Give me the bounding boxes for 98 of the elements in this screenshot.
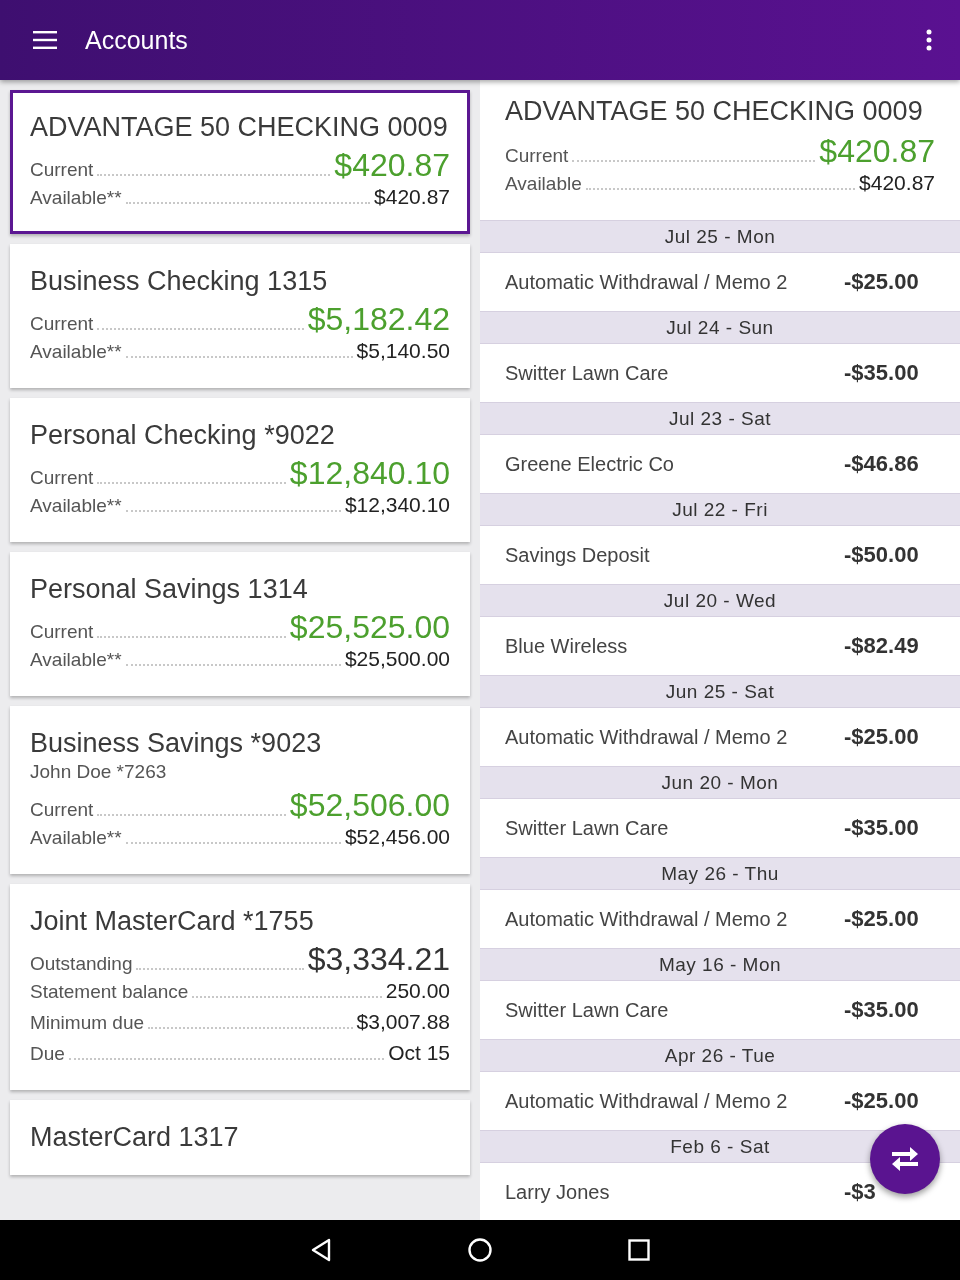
date-header: Jul 23 - Sat (480, 402, 960, 435)
transaction-description: Switter Lawn Care (505, 361, 669, 385)
account-owner: John Doe *7263 (30, 761, 168, 783)
balance-label: Available** (30, 649, 122, 671)
account-name: ADVANTAGE 50 CHECKING 0009 (30, 112, 449, 143)
balance-label: Available** (30, 341, 122, 363)
balance-label: Available** (30, 187, 122, 209)
balance-value: $25,500.00 (344, 647, 450, 671)
transaction-description: Automatic Withdrawal / Memo 2 (505, 1089, 788, 1113)
account-name: Personal Checking *9022 (30, 420, 336, 451)
date-header: Jul 25 - Mon (480, 220, 960, 253)
transaction-row[interactable]: Switter Lawn Care -$35.00 (480, 981, 960, 1039)
account-card[interactable]: Personal Checking *9022 Current $12,840.10 Available** $12,340.10 (10, 398, 470, 542)
balance-value: Oct 15 (388, 1041, 450, 1065)
date-header: Jun 20 - Mon (480, 766, 960, 799)
date-header: Jul 24 - Sun (480, 311, 960, 344)
transaction-description: Automatic Withdrawal / Memo 2 (505, 270, 788, 294)
transfer-arrows-icon (890, 1146, 920, 1172)
transaction-description: Savings Deposit (505, 543, 650, 567)
transaction-row[interactable]: Greene Electric Co -$46.86 (480, 435, 960, 493)
current-balance: $5,182.42 (307, 301, 450, 338)
transaction-row[interactable]: Automatic Withdrawal / Memo 2 -$25.00 (480, 708, 960, 766)
current-balance: $420.87 (334, 147, 450, 184)
account-card[interactable]: Business Savings *9023 John Doe *7263 Current $52,506.00 Available** $52,456.00 (10, 706, 470, 874)
transaction-row[interactable]: Blue Wireless -$82.49 (480, 617, 960, 675)
account-card[interactable]: Business Checking 1315 Current $5,182.42 Available** $5,140.50 (10, 244, 470, 388)
outstanding-balance: $3,334.21 (307, 941, 450, 978)
balance-label: Current (30, 621, 94, 643)
balance-label: Available** (30, 495, 122, 517)
account-name: Personal Savings 1314 (30, 574, 309, 605)
balance-value: $52,456.00 (344, 825, 450, 849)
balance-label: Current (30, 159, 94, 181)
current-balance: $420.87 (819, 133, 935, 170)
transaction-description: Larry Jones (505, 1180, 610, 1204)
app-title: Accounts (85, 25, 189, 55)
transaction-amount: -$35.00 (844, 360, 920, 386)
account-name: Business Savings *9023 (30, 728, 323, 759)
transaction-amount: -$25.00 (844, 724, 920, 750)
transaction-amount: -$35.00 (844, 815, 920, 841)
transaction-row[interactable]: Savings Deposit -$50.00 (480, 526, 960, 584)
transaction-amount: -$35.00 (844, 997, 920, 1023)
balance-value: $5,140.50 (356, 339, 450, 363)
recents-icon[interactable] (628, 1239, 650, 1261)
account-name: MasterCard 1317 (30, 1122, 240, 1153)
transaction-amount: -$25.00 (844, 906, 920, 932)
menu-icon[interactable] (33, 31, 57, 49)
current-balance: $52,506.00 (289, 787, 450, 824)
account-card[interactable]: Joint MasterCard *1755 Outstanding $3,334.21 Statement balance 250.00 Minimum due $3,007.88 Due Oct 15 (10, 884, 470, 1090)
balance-label: Current (30, 313, 94, 335)
date-header: Apr 26 - Tue (480, 1039, 960, 1072)
transaction-description: Blue Wireless (505, 634, 628, 658)
transaction-row[interactable]: Automatic Withdrawal / Memo 2 -$25.00 (480, 1072, 960, 1130)
current-balance: $25,525.00 (289, 609, 450, 646)
date-header: May 16 - Mon (480, 948, 960, 981)
account-card[interactable]: Personal Savings 1314 Current $25,525.00 Available** $25,500.00 (10, 552, 470, 696)
balance-label: Current (505, 145, 569, 167)
transaction-amount: -$46.86 (844, 451, 920, 477)
transaction-description: Automatic Withdrawal / Memo 2 (505, 725, 788, 749)
transaction-row[interactable]: Switter Lawn Care -$35.00 (480, 799, 960, 857)
account-name: ADVANTAGE 50 CHECKING 0009 (505, 96, 924, 127)
transaction-description: Switter Lawn Care (505, 816, 669, 840)
balance-label: Current (30, 799, 94, 821)
date-header: Jun 25 - Sat (480, 675, 960, 708)
transaction-description: Automatic Withdrawal / Memo 2 (505, 907, 788, 931)
transaction-description: Switter Lawn Care (505, 998, 669, 1022)
balance-label: Statement balance (30, 981, 189, 1003)
transaction-description: Greene Electric Co (505, 452, 674, 476)
transaction-row[interactable]: Automatic Withdrawal / Memo 2 -$25.00 (480, 253, 960, 311)
balance-label: Minimum due (30, 1012, 145, 1034)
account-card[interactable]: ADVANTAGE 50 CHECKING 0009 Current $420.87 Available** $420.87 (10, 90, 470, 234)
transaction-amount: -$50.00 (844, 542, 920, 568)
balance-label: Due (30, 1043, 65, 1065)
balance-label: Current (30, 467, 94, 489)
date-header: Jul 22 - Fri (480, 493, 960, 526)
transaction-amount: -$25.00 (844, 269, 920, 295)
account-card[interactable]: MasterCard 1317 (10, 1100, 470, 1175)
date-header: Jul 20 - Wed (480, 584, 960, 617)
account-name: Business Checking 1315 (30, 266, 329, 297)
account-name: Joint MasterCard *1755 (30, 906, 315, 937)
transaction-row[interactable]: Automatic Withdrawal / Memo 2 -$25.00 (480, 890, 960, 948)
balance-label: Available (505, 173, 582, 195)
balance-value: $420.87 (374, 185, 450, 209)
transaction-amount: -$82.49 (844, 633, 920, 659)
back-icon[interactable] (310, 1238, 332, 1262)
current-balance: $12,840.10 (289, 455, 450, 492)
balance-label: Available** (30, 827, 122, 849)
home-icon[interactable] (468, 1238, 492, 1262)
transaction-row[interactable]: Switter Lawn Care -$35.00 (480, 344, 960, 402)
date-header: May 26 - Thu (480, 857, 960, 890)
balance-value: 250.00 (385, 979, 450, 1003)
transaction-amount: -$3 (844, 1179, 877, 1205)
balance-label: Outstanding (30, 953, 133, 975)
transaction-amount: -$25.00 (844, 1088, 920, 1114)
balance-value: $12,340.10 (344, 493, 450, 517)
more-options-icon[interactable] (926, 29, 932, 51)
balance-value: $420.87 (859, 171, 935, 195)
transaction-row[interactable]: Larry Jones -$3 (480, 1163, 960, 1220)
balance-value: $3,007.88 (356, 1010, 450, 1034)
